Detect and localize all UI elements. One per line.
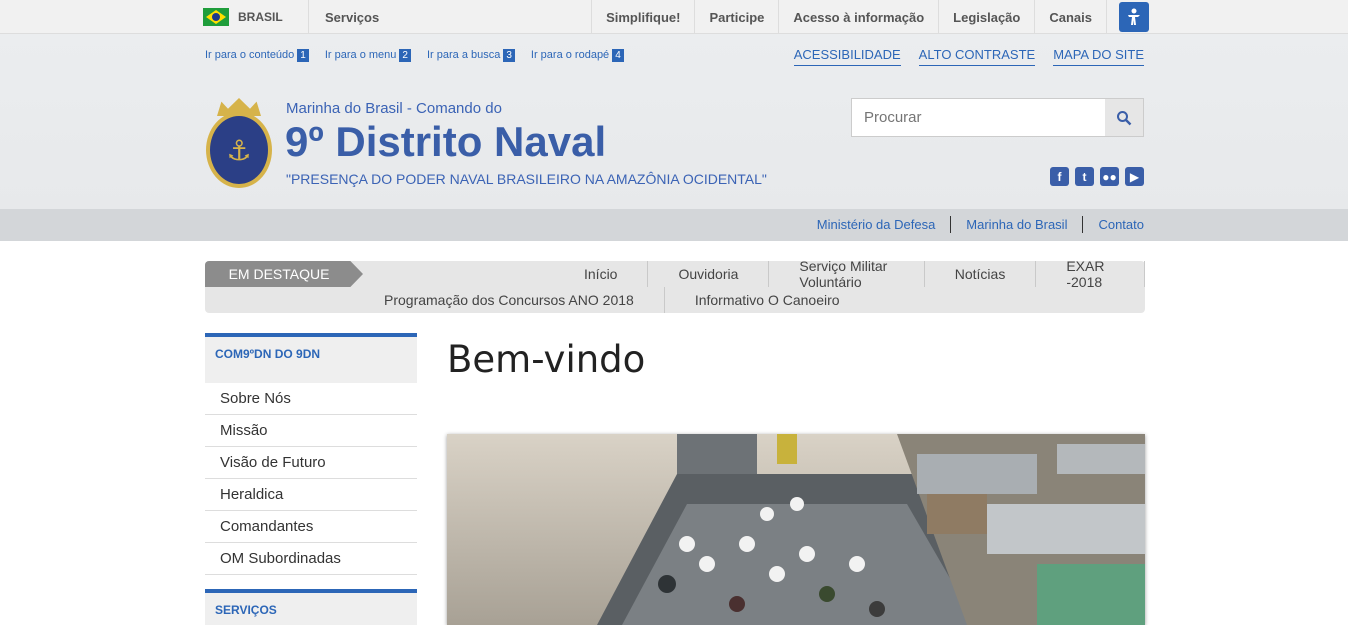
featured-photo[interactable]	[447, 434, 1145, 625]
nav-ouvidoria[interactable]: Ouvidoria	[648, 261, 770, 287]
brazil-flag-icon	[203, 8, 229, 26]
highlight-nav: EM DESTAQUE Início Ouvidoria Serviço Mil…	[205, 258, 1145, 313]
canais-link[interactable]: Canais	[1034, 0, 1107, 34]
brasil-label: BRASIL	[238, 10, 283, 24]
ministerio-defesa-link[interactable]: Ministério da Defesa	[802, 216, 951, 233]
nav-noticias[interactable]: Notícias	[925, 261, 1037, 287]
skip-link-search[interactable]: Ir para a busca 3	[427, 49, 515, 62]
flickr-icon[interactable]: ●●	[1100, 167, 1119, 186]
mapa-do-site-link[interactable]: MAPA DO SITE	[1053, 47, 1144, 66]
sidebar-item-visao-futuro[interactable]: Visão de Futuro	[205, 447, 417, 479]
sidebar-item-om-subordinadas[interactable]: OM Subordinadas	[205, 543, 417, 575]
contato-link[interactable]: Contato	[1082, 216, 1144, 233]
marinha-brasil-link[interactable]: Marinha do Brasil	[950, 216, 1082, 233]
site-slogan: "PRESENÇA DO PODER NAVAL BRASILEIRO NA A…	[286, 171, 767, 187]
sidebar: COM9ºDN DO 9DN Sobre Nós Missão Visão de…	[205, 333, 417, 625]
skip-link-footer[interactable]: Ir para o rodapé 4	[531, 49, 624, 62]
simplifique-link[interactable]: Simplifique!	[591, 0, 694, 34]
nav-inicio[interactable]: Início	[584, 261, 649, 287]
search-input[interactable]	[852, 99, 1106, 136]
acesso-informacao-link[interactable]: Acesso à informação	[778, 0, 938, 34]
sidebar-item-missao[interactable]: Missão	[205, 415, 417, 447]
accessibility-links: ACESSIBILIDADE ALTO CONTRASTE MAPA DO SI…	[793, 47, 1144, 66]
site-title[interactable]: 9º Distrito Naval	[285, 118, 606, 166]
legislacao-link[interactable]: Legislação	[938, 0, 1034, 34]
search-button[interactable]	[1105, 99, 1143, 136]
site-header: Ir para o conteúdo 1 Ir para o menu 2 Ir p…	[0, 34, 1348, 209]
acessibilidade-link[interactable]: ACESSIBILIDADE	[793, 47, 901, 66]
nav-servico-militar[interactable]: Serviço Militar Voluntário	[769, 258, 925, 290]
alto-contraste-link[interactable]: ALTO CONTRASTE	[918, 47, 1036, 66]
service-bar: Ministério da Defesa Marinha do Brasil C…	[0, 209, 1348, 241]
social-links: f t ●● ▶	[1050, 167, 1144, 186]
sidebar-section-servicos: SERVIÇOS	[205, 589, 417, 625]
vlibras-accessibility-icon[interactable]	[1119, 2, 1149, 32]
site-pre-title: Marinha do Brasil - Comando do	[286, 100, 502, 117]
gov-bar: BRASIL Serviços Simplifique! Participe A…	[0, 0, 1348, 34]
skip-links: Ir para o conteúdo 1 Ir para o menu 2 Ir p…	[205, 49, 624, 62]
skip-link-content[interactable]: Ir para o conteúdo 1	[205, 49, 309, 62]
sidebar-item-comandantes[interactable]: Comandantes	[205, 511, 417, 543]
youtube-icon[interactable]: ▶	[1125, 167, 1144, 186]
participe-link[interactable]: Participe	[694, 0, 778, 34]
marinha-logo-icon[interactable]: ⚓	[205, 98, 273, 190]
servicos-link[interactable]: Serviços	[309, 0, 395, 34]
nav-concursos[interactable]: Programação dos Concursos ANO 2018	[354, 287, 665, 313]
search-box	[851, 98, 1144, 137]
sidebar-item-sobre-nos[interactable]: Sobre Nós	[205, 383, 417, 415]
twitter-icon[interactable]: t	[1075, 167, 1094, 186]
sidebar-section-title: COM9ºDN DO 9DN	[205, 333, 417, 383]
brasil-link[interactable]: BRASIL	[191, 0, 309, 34]
sidebar-item-heraldica[interactable]: Heraldica	[205, 479, 417, 511]
nav-exar[interactable]: EXAR -2018	[1036, 258, 1145, 290]
search-icon	[1117, 110, 1132, 125]
em-destaque-tag: EM DESTAQUE	[205, 261, 363, 287]
skip-link-menu[interactable]: Ir para o menu 2	[325, 49, 411, 62]
gov-links: Simplifique! Participe Acesso à informaç…	[591, 0, 1107, 34]
facebook-icon[interactable]: f	[1050, 167, 1069, 186]
nav-informativo[interactable]: Informativo O Canoeiro	[665, 287, 870, 313]
page-title: Bem-vindo	[447, 338, 646, 381]
